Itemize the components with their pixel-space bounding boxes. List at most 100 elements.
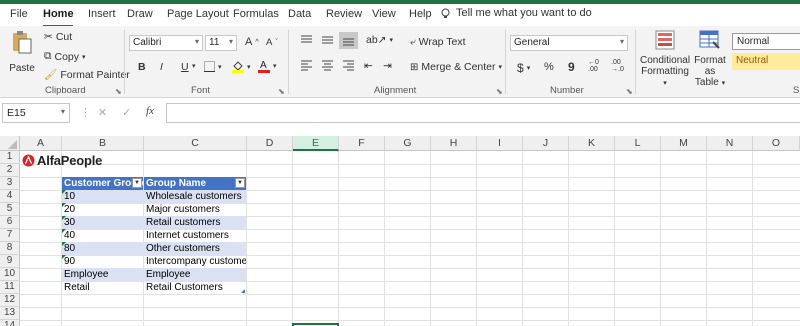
row-header-13[interactable]: 13 <box>0 307 20 320</box>
align-top-button[interactable] <box>300 35 313 46</box>
tab-help[interactable]: Help <box>409 8 432 20</box>
style-normal[interactable]: Normal <box>732 33 800 50</box>
increase-decimal-button[interactable]: ←0.00 <box>588 59 599 73</box>
tell-me-search[interactable]: Tell me what you want to do <box>440 7 592 19</box>
table-header-cell[interactable]: Customer Group ▼ <box>62 177 143 190</box>
insert-function-icon[interactable]: fx <box>146 105 154 117</box>
row-header-9[interactable]: 9 <box>0 255 20 268</box>
table-cell[interactable]: 20 <box>62 203 143 216</box>
underline-button[interactable]: U <box>181 61 189 73</box>
clipboard-launcher-icon[interactable]: ⬊ <box>115 87 122 96</box>
alignment-launcher-icon[interactable]: ⬊ <box>496 87 503 96</box>
enter-icon[interactable]: ✓ <box>122 106 131 119</box>
format-as-table-button[interactable]: Format as Table ▾ <box>690 30 730 88</box>
column-header-e[interactable]: E <box>293 136 339 151</box>
column-header-f[interactable]: F <box>339 136 385 151</box>
format-painter-button[interactable]: 🖌 Format Painter <box>44 68 130 82</box>
align-right-button[interactable] <box>342 60 355 71</box>
row-header-1[interactable]: 1 <box>0 151 20 164</box>
shrink-font-button[interactable]: Aˇ <box>266 37 278 48</box>
column-header-m[interactable]: M <box>661 136 707 151</box>
row-header-2[interactable]: 2 <box>0 164 20 177</box>
column-header-a[interactable]: A <box>20 136 62 151</box>
table-cell[interactable]: Employee <box>62 268 143 281</box>
row-header-7[interactable]: 7 <box>0 229 20 242</box>
column-header-l[interactable]: L <box>615 136 661 151</box>
tab-home[interactable]: Home <box>43 8 74 20</box>
bold-button[interactable]: B <box>138 61 146 73</box>
filter-dropdown-icon[interactable]: ▼ <box>235 178 245 188</box>
table-cell[interactable]: Employee <box>144 268 246 281</box>
align-middle-button[interactable] <box>321 35 334 46</box>
table-cell[interactable]: 90 <box>62 255 143 268</box>
paste-button[interactable]: Paste <box>8 30 36 74</box>
table-cell[interactable]: Retail <box>62 281 143 294</box>
font-launcher-icon[interactable]: ⬊ <box>278 87 285 96</box>
worksheet-grid[interactable]: A B C D E F G H I J K L M N O 1 2 3 4 5 … <box>0 136 800 326</box>
font-size-dropdown[interactable]: 11 ▾ <box>205 35 237 51</box>
row-header-11[interactable]: 11 <box>0 281 20 294</box>
row-header-4[interactable]: 4 <box>0 190 20 203</box>
increase-indent-button[interactable]: ⇥ <box>383 60 392 72</box>
comma-style-button[interactable]: 9 <box>568 60 575 74</box>
row-header-10[interactable]: 10 <box>0 268 20 281</box>
filter-dropdown-icon[interactable]: ▼ <box>132 178 142 188</box>
align-bottom-button[interactable] <box>339 32 358 49</box>
table-cell[interactable]: Major customers <box>144 203 246 216</box>
row-header-5[interactable]: 5 <box>0 203 20 216</box>
column-header-i[interactable]: I <box>477 136 523 151</box>
underline-dropdown[interactable]: ▾ <box>192 62 196 70</box>
name-box[interactable]: E15 ▾ <box>2 103 70 123</box>
table-header-cell[interactable]: Group Name ▼ <box>144 177 246 190</box>
column-header-o[interactable]: O <box>753 136 800 151</box>
column-header-g[interactable]: G <box>385 136 431 151</box>
currency-button[interactable]: $ ▾ <box>517 61 530 75</box>
merge-center-button[interactable]: ⊞ Merge & Center ▾ <box>410 61 502 73</box>
cut-button[interactable]: ✂ Cut <box>44 31 72 43</box>
tab-review[interactable]: Review <box>326 8 362 20</box>
table-cell[interactable]: Other customers <box>144 242 246 255</box>
table-cell[interactable]: 30 <box>62 216 143 229</box>
tab-formulas[interactable]: Formulas <box>233 8 279 20</box>
table-cell[interactable]: Internet customers <box>144 229 246 242</box>
column-header-b[interactable]: B <box>62 136 144 151</box>
formula-input[interactable] <box>166 103 800 123</box>
number-format-dropdown[interactable]: General ▾ <box>510 35 628 51</box>
number-launcher-icon[interactable]: ⬊ <box>626 87 633 96</box>
font-name-dropdown[interactable]: Calibri ▾ <box>129 35 203 51</box>
column-header-d[interactable]: D <box>247 136 293 151</box>
style-neutral[interactable]: Neutral <box>732 53 800 70</box>
column-header-n[interactable]: N <box>707 136 753 151</box>
percent-button[interactable]: % <box>544 61 554 73</box>
grow-font-button[interactable]: A ^ <box>245 36 259 48</box>
tab-insert[interactable]: Insert <box>88 8 116 20</box>
column-header-h[interactable]: H <box>431 136 477 151</box>
tab-file[interactable]: File <box>10 8 28 20</box>
table-cell[interactable]: 80 <box>62 242 143 255</box>
table-resize-handle[interactable] <box>241 289 245 293</box>
borders-button[interactable]: ▾ <box>204 61 222 72</box>
column-header-k[interactable]: K <box>569 136 615 151</box>
copy-button[interactable]: ⧉ Copy ▾ <box>44 50 86 63</box>
cancel-icon[interactable]: ✕ <box>98 106 107 119</box>
column-header-j[interactable]: J <box>523 136 569 151</box>
align-center-button[interactable] <box>321 60 334 71</box>
table-cell[interactable]: 40 <box>62 229 143 242</box>
tab-view[interactable]: View <box>372 8 396 20</box>
select-all-corner[interactable] <box>0 136 20 151</box>
conditional-formatting-button[interactable]: Conditional Formatting ▾ <box>640 30 690 88</box>
table-cell[interactable]: 10 <box>62 190 143 203</box>
decrease-decimal-button[interactable]: .00 →.0 <box>611 59 624 73</box>
table-cell[interactable]: Intercompany customers <box>144 255 246 268</box>
italic-button[interactable]: I <box>160 61 163 73</box>
row-header-12[interactable]: 12 <box>0 294 20 307</box>
tab-draw[interactable]: Draw <box>127 8 153 20</box>
wrap-text-button[interactable]: ⤶ Wrap Text <box>410 36 466 48</box>
row-header-6[interactable]: 6 <box>0 216 20 229</box>
row-header-8[interactable]: 8 <box>0 242 20 255</box>
tab-page-layout[interactable]: Page Layout <box>167 8 229 20</box>
table-cell[interactable]: Retail customers <box>144 216 246 229</box>
table-cell[interactable]: Wholesale customers <box>144 190 246 203</box>
align-left-button[interactable] <box>300 60 313 71</box>
table-cell[interactable]: Retail Customers <box>144 281 246 294</box>
